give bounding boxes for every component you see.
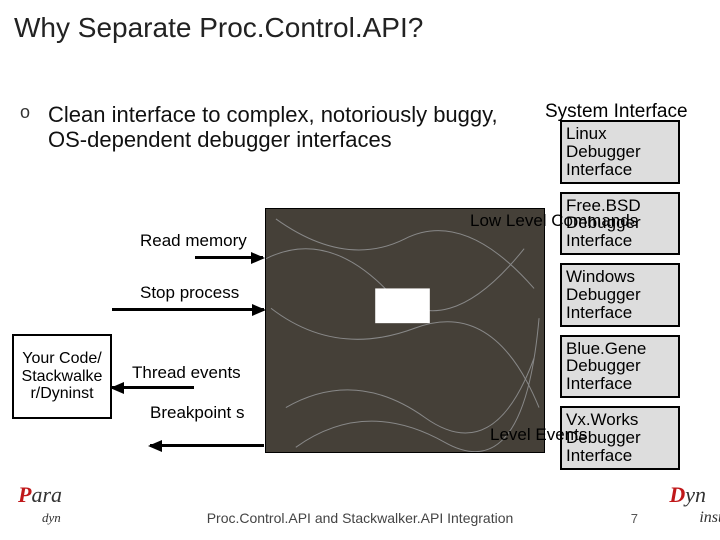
bullet-item: o Clean interface to complex, notoriousl… (22, 102, 502, 153)
your-code-box: Your Code/ Stackwalke r/Dyninst (12, 334, 112, 419)
dyninst-logo: Dyn inst (669, 482, 706, 534)
debugger-interfaces-column: Linux Debugger Interface Free.BSD Debugg… (560, 120, 680, 478)
level-events-label: Level Events (490, 426, 587, 444)
logo-p: P (18, 482, 31, 507)
bullet-text: Clean interface to complex, notoriously … (22, 102, 502, 153)
low-level-commands-label: Low Level Commands (470, 212, 638, 230)
windows-debugger-box: Windows Debugger Interface (560, 263, 680, 327)
arrow-thread-events (112, 386, 194, 389)
page-number: 7 (631, 511, 638, 526)
tangled-wires-image (265, 208, 545, 453)
system-interface-label: System Interface (545, 102, 688, 122)
slide-content: o Clean interface to complex, notoriousl… (0, 44, 720, 494)
logo-yn: yn (685, 482, 706, 507)
slide-footer: Para dyn Proc.Control.API and Stackwalke… (0, 502, 720, 540)
slide-title: Why Separate Proc.Control.API? (0, 0, 720, 44)
bluegene-debugger-box: Blue.Gene Debugger Interface (560, 335, 680, 399)
arrow-stop-process (112, 308, 264, 311)
bullet-marker: o (20, 102, 30, 123)
read-memory-label: Read memory (140, 232, 247, 250)
arrow-breakpoints (150, 444, 264, 447)
footer-title: Proc.Control.API and Stackwalker.API Int… (0, 510, 720, 526)
logo-d: D (669, 482, 685, 507)
logo-inst: inst (699, 509, 720, 526)
arrow-read-memory (195, 256, 263, 259)
paradyn-logo: Para dyn (18, 482, 62, 534)
thread-events-label: Thread events (132, 364, 241, 382)
stop-process-label: Stop process (140, 284, 239, 302)
breakpoints-label: Breakpoint s (150, 404, 245, 422)
logo-ara: ara (31, 482, 62, 507)
linux-debugger-box: Linux Debugger Interface (560, 120, 680, 184)
